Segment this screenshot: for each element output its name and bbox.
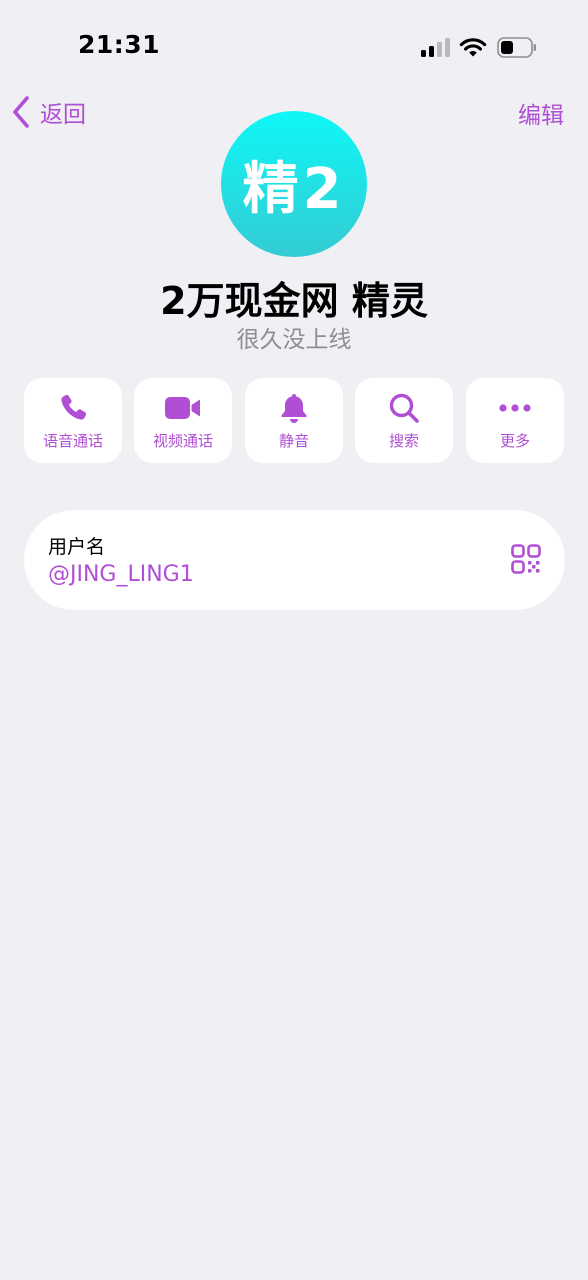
mute-label: 静音 bbox=[278, 432, 309, 450]
more-icon bbox=[499, 404, 531, 412]
search-icon bbox=[389, 393, 419, 423]
bell-icon bbox=[281, 394, 307, 423]
username-card: 用户名 @JING_LING1 bbox=[24, 510, 565, 610]
back-label: 返回 bbox=[40, 102, 86, 128]
chevron-left-icon bbox=[13, 96, 29, 128]
contact-name: 2万现金网 精灵 bbox=[160, 279, 428, 323]
search-button[interactable]: 搜索 bbox=[355, 378, 453, 463]
video-call-label: 视频通话 bbox=[152, 432, 213, 450]
username-value[interactable]: @JING_LING1 bbox=[48, 562, 194, 587]
avatar[interactable]: 精2 bbox=[221, 111, 367, 257]
more-label: 更多 bbox=[499, 432, 530, 450]
action-buttons: 语音通话 视频通话 静音 搜索 更多 bbox=[24, 378, 565, 463]
qr-code-icon[interactable] bbox=[511, 544, 541, 574]
more-button[interactable]: 更多 bbox=[466, 378, 564, 463]
voice-call-button[interactable]: 语音通话 bbox=[24, 378, 122, 463]
video-icon bbox=[165, 397, 200, 419]
voice-call-label: 语音通话 bbox=[42, 432, 103, 450]
search-label: 搜索 bbox=[388, 432, 419, 450]
status-time: 21:31 bbox=[78, 30, 161, 59]
video-call-button[interactable]: 视频通话 bbox=[134, 378, 232, 463]
phone-icon bbox=[61, 394, 87, 420]
status-bar: 21:31 bbox=[0, 0, 588, 96]
cellular-signal-icon bbox=[421, 38, 451, 57]
username-label: 用户名 bbox=[48, 536, 106, 558]
last-seen-status: 很久没上线 bbox=[236, 327, 352, 353]
edit-button[interactable]: 编辑 bbox=[518, 96, 564, 130]
battery-icon bbox=[497, 37, 536, 58]
back-button[interactable]: 返回 bbox=[10, 94, 86, 130]
avatar-initials: 精2 bbox=[242, 156, 346, 222]
mute-button[interactable]: 静音 bbox=[245, 378, 343, 463]
wifi-icon bbox=[459, 38, 487, 57]
